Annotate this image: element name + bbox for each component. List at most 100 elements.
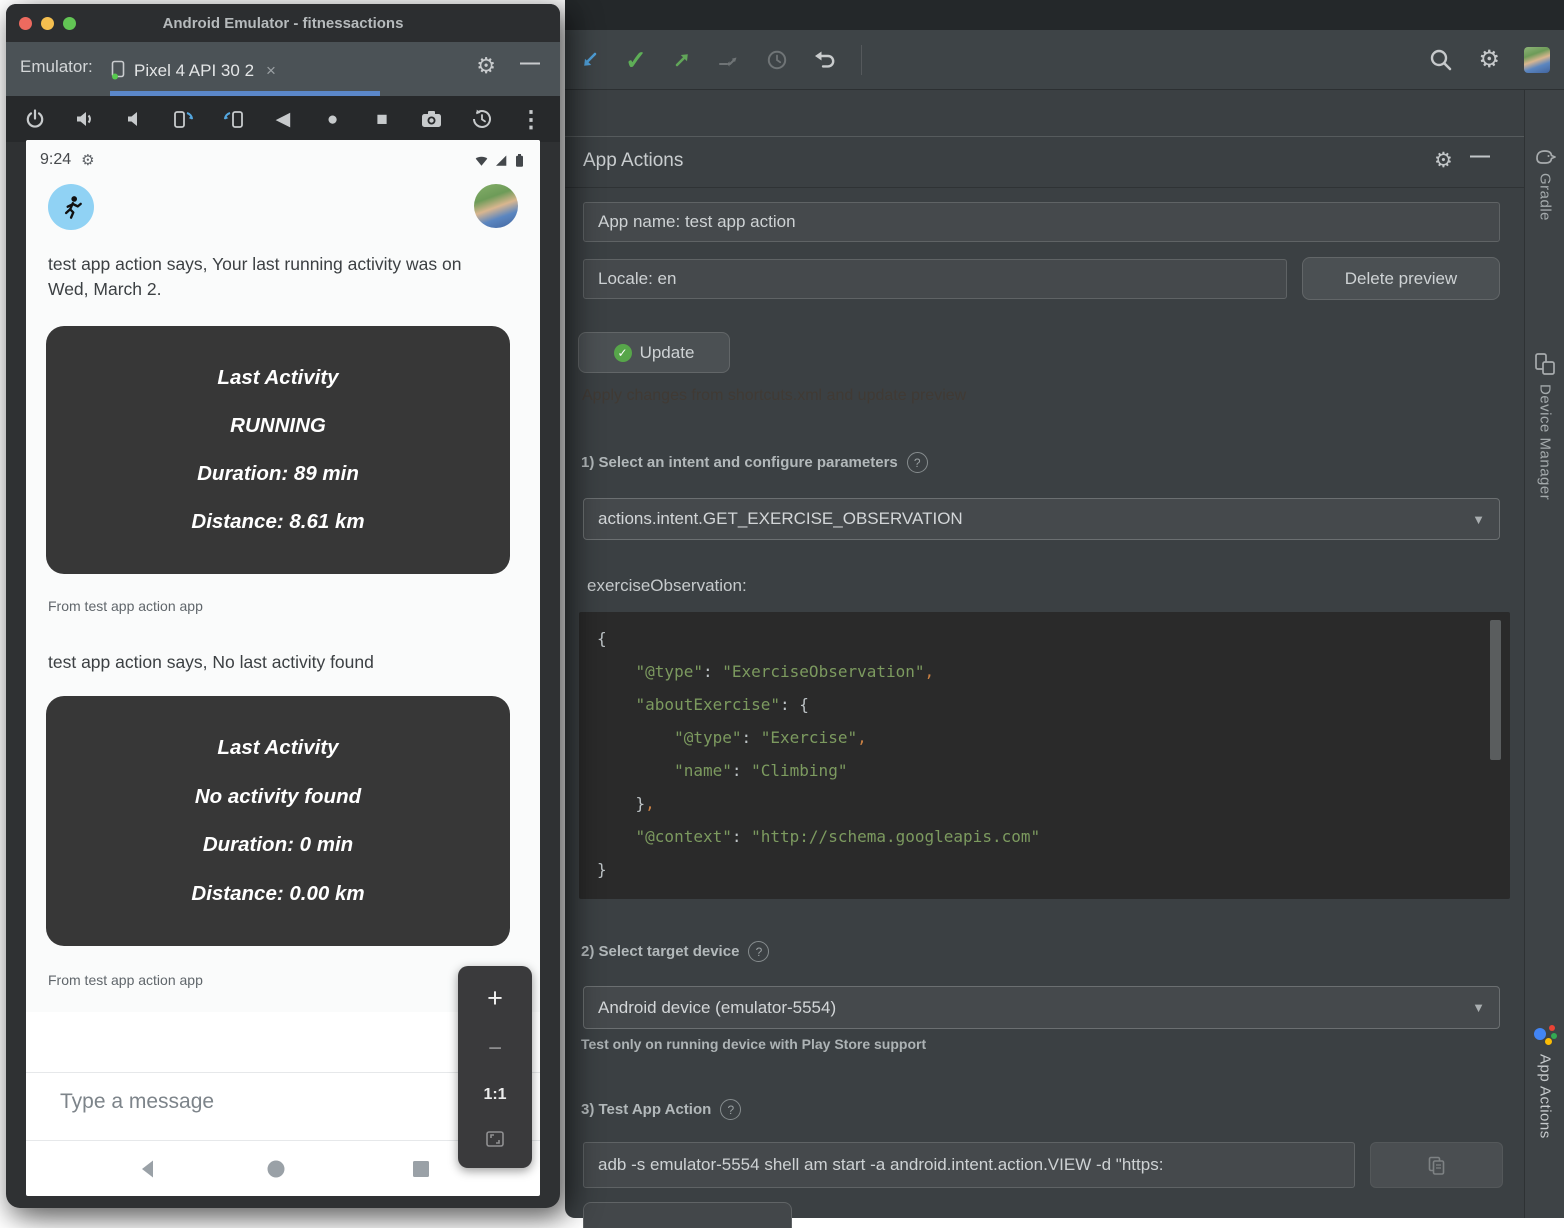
- bot-message-2: test app action says, No last activity f…: [48, 650, 494, 675]
- screenshot-camera-icon[interactable]: [419, 106, 445, 132]
- undo-icon[interactable]: [813, 50, 837, 70]
- help-icon[interactable]: ?: [748, 941, 769, 962]
- emulator-zoom-panel: + − 1:1: [458, 966, 532, 1168]
- tool-window-strip: Gradle Device Manager App Actions: [1524, 90, 1564, 1218]
- help-icon[interactable]: ?: [907, 452, 928, 473]
- rotate-right-icon[interactable]: [220, 106, 246, 132]
- attribution-1: From test app action app: [48, 598, 203, 614]
- card-line: Distance: 0.00 km: [56, 882, 500, 906]
- volume-up-icon[interactable]: [72, 106, 98, 132]
- nav-home-icon[interactable]: [266, 1159, 286, 1179]
- message-input[interactable]: Type a message: [60, 1090, 214, 1114]
- status-time: 9:24: [40, 151, 71, 169]
- code-editor[interactable]: { "@type": "ExerciseObservation", "about…: [579, 612, 1510, 899]
- intent-dropdown[interactable]: actions.intent.GET_EXERCISE_OBSERVATION …: [583, 498, 1500, 540]
- emulator-title-bar: Android Emulator - fitnessactions: [6, 4, 560, 42]
- phone-screen: 9:24 ⚙ test app action says, Your last r…: [26, 140, 540, 1196]
- app-name-field[interactable]: [583, 202, 1500, 242]
- search-everywhere-icon[interactable]: [1428, 47, 1454, 73]
- emulator-minimize-icon[interactable]: —: [520, 52, 540, 75]
- ide-settings-gear-icon[interactable]: ⚙: [1478, 48, 1500, 72]
- more-options-icon[interactable]: ⋮: [518, 106, 544, 132]
- target-device-dropdown[interactable]: Android device (emulator-5554) ▼: [583, 986, 1500, 1029]
- tool-tab-gradle[interactable]: Gradle: [1525, 145, 1564, 221]
- zoom-ratio-button[interactable]: 1:1: [483, 1086, 506, 1104]
- card-line: Distance: 8.61 km: [56, 510, 500, 534]
- device-tab[interactable]: Pixel 4 API 30 2 ×: [110, 50, 380, 91]
- locale-field[interactable]: [583, 259, 1287, 299]
- status-bar: 9:24 ⚙: [26, 140, 540, 180]
- fit-to-window-icon[interactable]: [485, 1129, 505, 1149]
- window-title: Android Emulator - fitnessactions: [6, 15, 560, 32]
- home-icon[interactable]: ●: [320, 106, 346, 132]
- close-tab-icon[interactable]: ×: [266, 61, 276, 81]
- editor-scrollbar[interactable]: [1490, 620, 1501, 760]
- battery-icon: [513, 153, 526, 168]
- update-project-icon[interactable]: [579, 49, 601, 71]
- delete-preview-button[interactable]: Delete preview: [1302, 257, 1500, 300]
- back-icon[interactable]: ◀: [270, 106, 296, 132]
- assistant-avatar: [48, 184, 94, 230]
- card-line: No activity found: [56, 785, 500, 809]
- signal-icon: [494, 154, 508, 167]
- zoom-in-icon[interactable]: +: [487, 985, 503, 1012]
- attribution-2: From test app action app: [48, 972, 203, 988]
- card-line: RUNNING: [56, 414, 500, 438]
- update-label: Update: [640, 343, 695, 363]
- help-icon[interactable]: ?: [720, 1099, 741, 1120]
- adb-command-field[interactable]: [583, 1142, 1355, 1188]
- screenshot-stage: Android Emulator - fitnessactions Emulat…: [0, 0, 1564, 1228]
- emulator-tab-row: Emulator: Pixel 4 API 30 2 × ⚙ —: [6, 42, 560, 96]
- panel-minimize-icon[interactable]: —: [1470, 145, 1490, 168]
- status-gear-icon: ⚙: [81, 153, 94, 168]
- activity-card-1: Last Activity RUNNING Duration: 89 min D…: [46, 326, 510, 574]
- delete-preview-label: Delete preview: [1345, 269, 1457, 289]
- assistant-icon: [1533, 1022, 1557, 1046]
- card-line: Last Activity: [56, 366, 500, 390]
- profile-avatar[interactable]: [1524, 47, 1550, 73]
- overview-icon[interactable]: ■: [369, 106, 395, 132]
- commit-check-icon[interactable]: ✓: [625, 47, 647, 73]
- merge-icon[interactable]: [717, 49, 741, 71]
- zoom-out-icon[interactable]: −: [488, 1037, 502, 1061]
- android-studio-window: ✓ ⚙ App Actions ⚙ — Delete previ: [565, 0, 1564, 1218]
- emulator-settings-gear-icon[interactable]: ⚙: [476, 55, 496, 77]
- panel-title: App Actions: [583, 150, 683, 172]
- toolbar-divider: [861, 45, 862, 75]
- section-1-label: 1) Select an intent and configure parame…: [581, 452, 928, 473]
- wifi-icon: [474, 154, 489, 167]
- ide-title-strip: [565, 0, 1564, 31]
- run-action-button-partial[interactable]: [583, 1202, 792, 1228]
- update-check-icon: ✓: [614, 344, 632, 362]
- gradle-elephant-icon: [1534, 145, 1556, 165]
- history-clock-icon[interactable]: [765, 48, 789, 72]
- ide-toolbar: ✓ ⚙: [565, 30, 1564, 90]
- tool-tab-device-manager[interactable]: Device Manager: [1525, 352, 1564, 500]
- tool-tab-app-actions[interactable]: App Actions: [1525, 1022, 1564, 1139]
- device-manager-icon: [1534, 352, 1556, 376]
- rotate-left-icon[interactable]: [171, 106, 197, 132]
- update-button[interactable]: ✓ Update: [578, 332, 730, 373]
- snapshot-restore-icon[interactable]: [468, 106, 494, 132]
- update-hint-text: Apply changes from shortcuts.xml and upd…: [582, 387, 966, 405]
- intent-value: actions.intent.GET_EXERCISE_OBSERVATION: [598, 509, 963, 529]
- section-2-label: 2) Select target device ?: [581, 941, 769, 962]
- app-actions-panel-header: App Actions ⚙ —: [565, 136, 1524, 188]
- panel-gear-icon[interactable]: ⚙: [1434, 148, 1453, 173]
- device-hint: Test only on running device with Play St…: [581, 1036, 926, 1052]
- copy-icon: [1428, 1156, 1445, 1175]
- bot-message-1: test app action says, Your last running …: [48, 252, 494, 303]
- volume-down-icon[interactable]: [121, 106, 147, 132]
- nav-back-icon[interactable]: [138, 1158, 160, 1180]
- nav-overview-icon[interactable]: [412, 1160, 430, 1178]
- copy-command-button[interactable]: [1370, 1142, 1503, 1188]
- user-avatar: [474, 184, 518, 228]
- emulator-label: Emulator:: [20, 57, 93, 77]
- push-icon[interactable]: [671, 49, 693, 71]
- device-value: Android device (emulator-5554): [598, 998, 836, 1018]
- chevron-down-icon: ▼: [1472, 1000, 1485, 1015]
- card-line: Duration: 89 min: [56, 462, 500, 486]
- power-icon[interactable]: [22, 106, 48, 132]
- emulator-toolbar: ◀ ● ■ ⋮: [6, 96, 560, 142]
- chevron-down-icon: ▼: [1472, 512, 1485, 527]
